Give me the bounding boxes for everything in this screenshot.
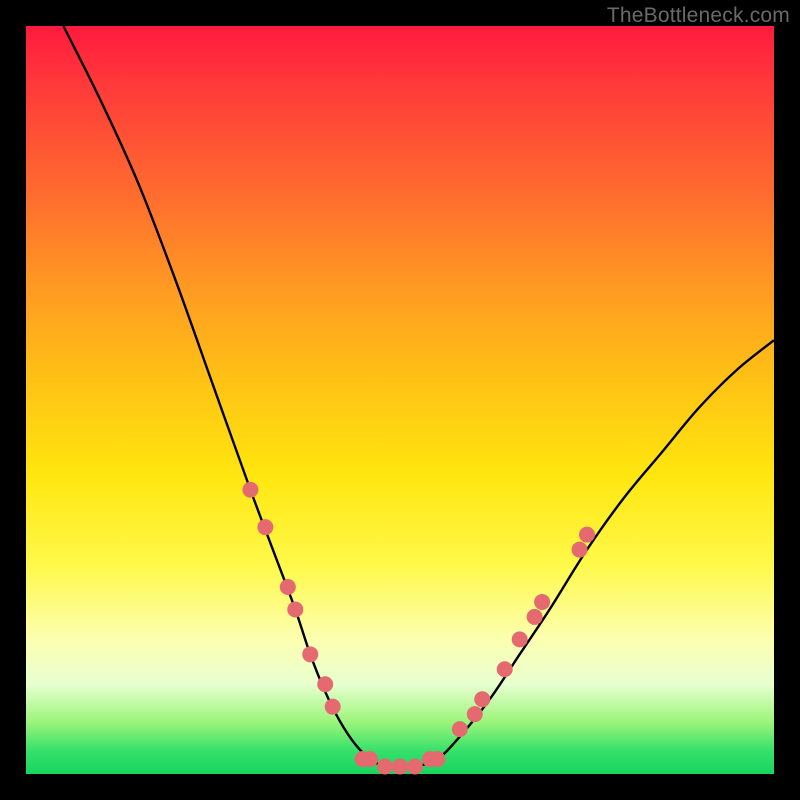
curve-dot	[579, 527, 595, 543]
curve-dot	[467, 706, 483, 722]
chart-plot-area	[26, 26, 774, 774]
curve-dot	[527, 609, 543, 625]
bottleneck-curve	[63, 26, 774, 767]
curve-dots	[242, 482, 595, 775]
curve-dot	[302, 646, 318, 662]
curve-dot	[474, 691, 490, 707]
curve-dot	[392, 759, 408, 775]
curve-dot	[280, 579, 296, 595]
curve-dot	[407, 759, 423, 775]
curve-dot	[497, 661, 513, 677]
curve-dot	[572, 542, 588, 558]
curve-dot	[377, 759, 393, 775]
curve-dot	[452, 721, 468, 737]
curve-dot	[242, 482, 258, 498]
curve-dot	[257, 519, 273, 535]
chart-svg	[26, 26, 774, 774]
curve-dot	[534, 594, 550, 610]
watermark-text: TheBottleneck.com	[607, 4, 790, 28]
curve-dot	[317, 676, 333, 692]
curve-dot	[325, 699, 341, 715]
chart-frame: TheBottleneck.com	[0, 0, 800, 800]
curve-dot	[287, 601, 303, 617]
curve-dot	[362, 751, 378, 767]
curve-dot	[429, 751, 445, 767]
curve-dot	[512, 631, 528, 647]
